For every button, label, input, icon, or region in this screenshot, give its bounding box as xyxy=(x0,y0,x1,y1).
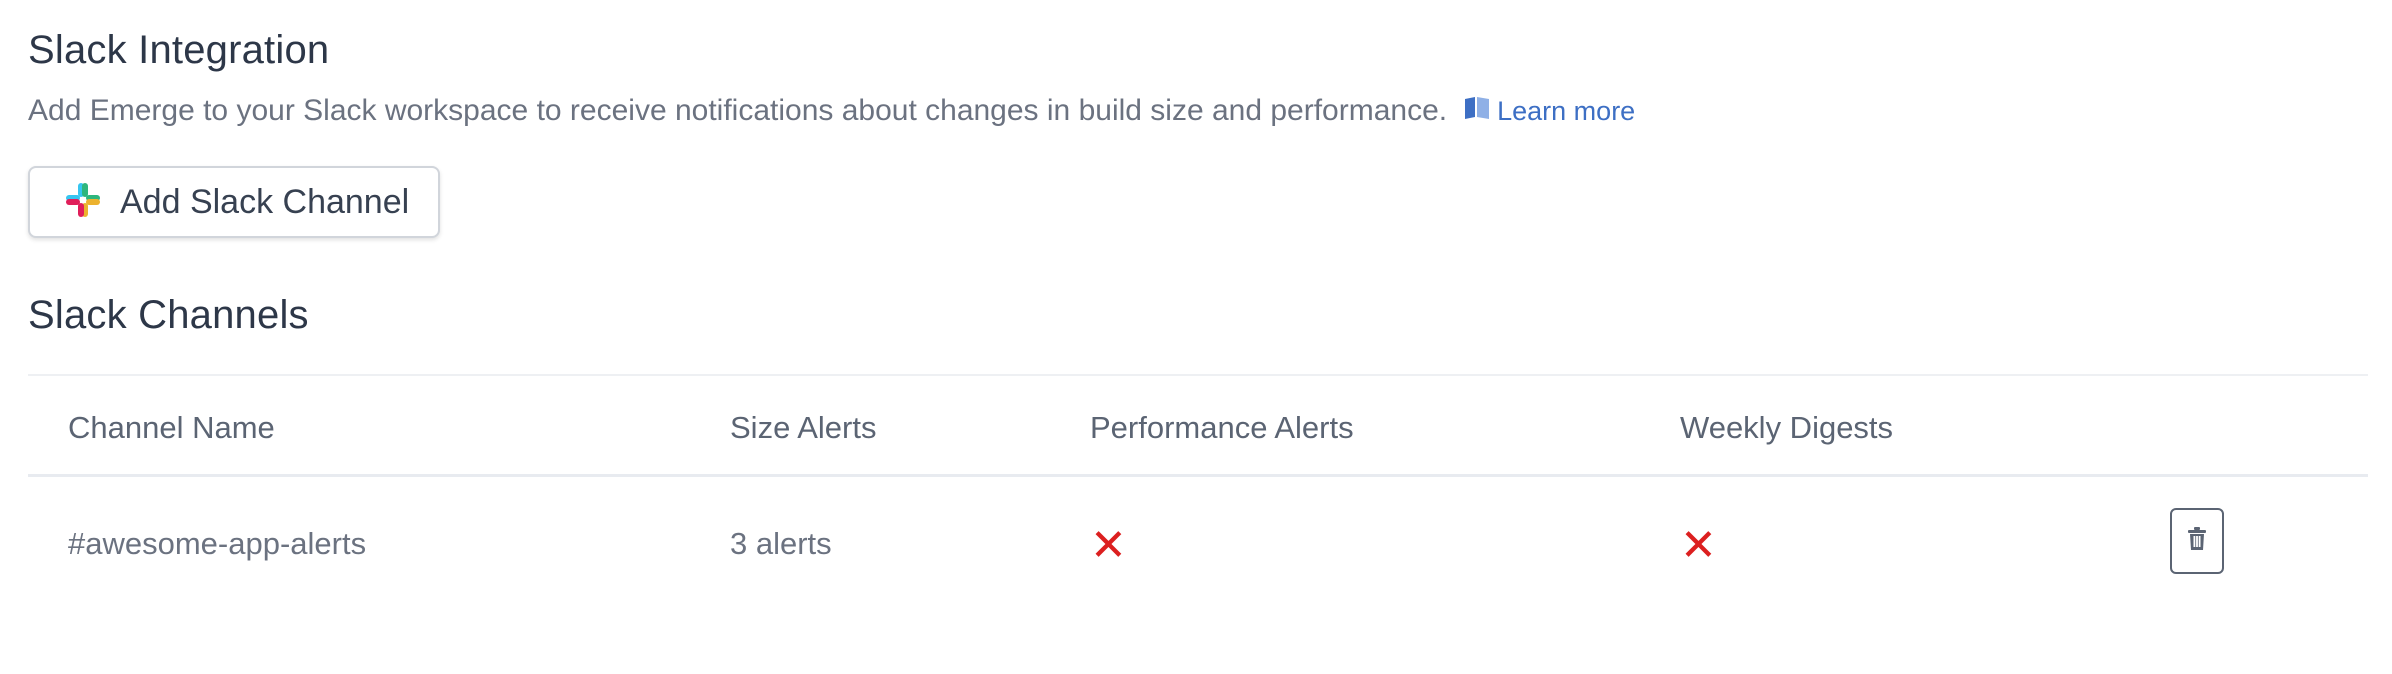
column-header-weekly-digests: Weekly Digests xyxy=(1680,410,1894,445)
slack-logo-icon xyxy=(62,179,104,226)
slack-channels-title: Slack Channels xyxy=(28,293,309,337)
performance-alerts-disabled-icon: ✕ xyxy=(1090,521,1127,570)
delete-channel-button[interactable] xyxy=(2170,508,2224,574)
integration-description: Add Emerge to your Slack workspace to re… xyxy=(28,94,1635,128)
add-slack-channel-button[interactable]: Add Slack Channel xyxy=(28,166,440,238)
table-top-divider xyxy=(28,374,2368,376)
learn-more-link[interactable]: Learn more xyxy=(1463,96,1635,127)
trash-icon xyxy=(2186,526,2208,556)
add-slack-channel-label: Add Slack Channel xyxy=(120,182,410,221)
book-icon xyxy=(1463,96,1497,127)
description-text: Add Emerge to your Slack workspace to re… xyxy=(28,94,1448,127)
column-header-channel-name: Channel Name xyxy=(68,410,275,445)
slack-integration-title: Slack Integration xyxy=(28,28,330,72)
column-header-size-alerts: Size Alerts xyxy=(730,410,877,445)
learn-more-label: Learn more xyxy=(1497,95,1636,126)
header-divider xyxy=(28,474,2368,477)
size-alerts-cell: 3 alerts xyxy=(730,526,832,561)
weekly-digests-disabled-icon: ✕ xyxy=(1680,521,1717,570)
channel-name-cell: #awesome-app-alerts xyxy=(68,526,367,561)
column-header-performance-alerts: Performance Alerts xyxy=(1090,410,1354,445)
